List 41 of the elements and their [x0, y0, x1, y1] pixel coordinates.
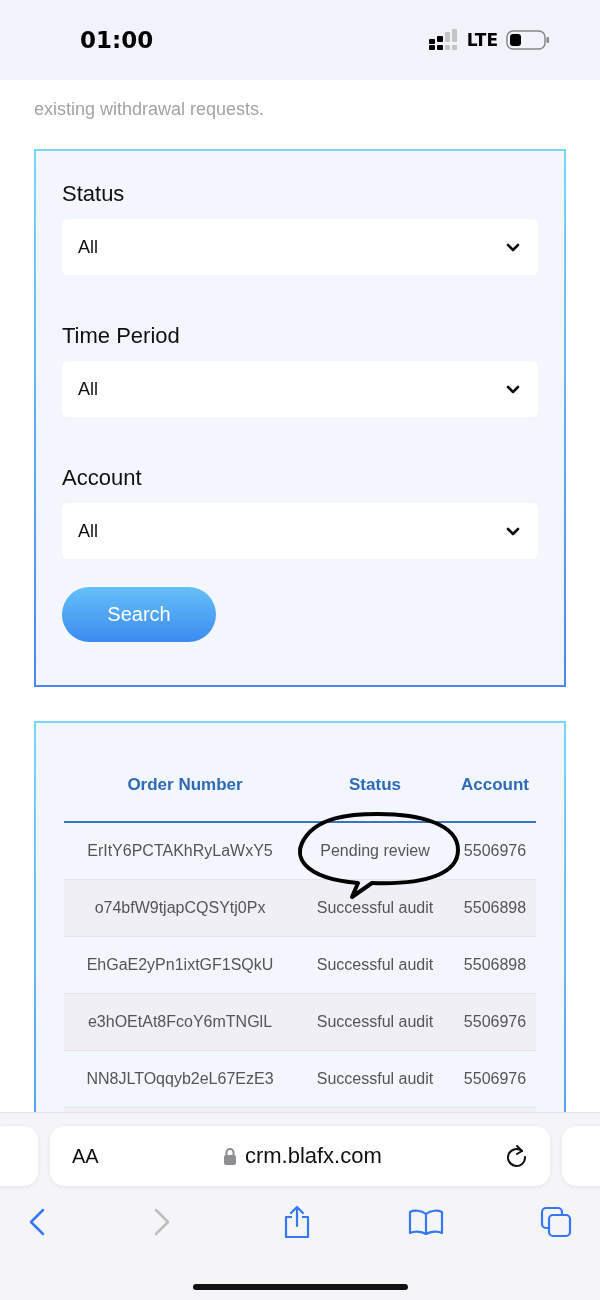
table-cell-text: ErItY6PCTAKhRyLaWxY5 — [86, 842, 274, 860]
column-header: Status — [348, 775, 402, 795]
dropdown-field[interactable]: All — [62, 503, 538, 559]
table-cell-text: EhGaE2yPn1ixtGF1SQkU — [85, 956, 275, 974]
table-cell-text: 5506976 — [462, 1013, 528, 1031]
table-cell-text: Pending review — [319, 842, 431, 860]
table-cell-text: Successful audit — [315, 1013, 435, 1031]
table-cell-text: o74bfW9tjapCQSYtj0Px — [93, 899, 267, 917]
table-cell-text: 5506898 — [462, 956, 528, 974]
chevron-down-icon — [506, 384, 520, 394]
clock-time: 01:00 — [80, 27, 154, 53]
bookmarks-icon[interactable] — [407, 1208, 444, 1236]
share-icon[interactable] — [283, 1205, 311, 1239]
tabs-icon[interactable] — [540, 1206, 572, 1238]
battery-icon — [506, 29, 550, 51]
address-bar[interactable]: AA crm.blafx.com — [50, 1126, 550, 1186]
chevron-down-icon — [506, 526, 520, 536]
table-cell-text: 5506976 — [462, 842, 528, 860]
chevron-down-icon — [506, 242, 520, 252]
signal-icon — [428, 29, 459, 51]
dropdown-field[interactable]: All — [62, 361, 538, 417]
table-cell-text: NN8JLTOqqyb2eL67EzE3 — [85, 1070, 275, 1088]
table-cell-text: e3hOEtAt8FcoY6mTNGlL — [86, 1013, 274, 1031]
dropdown-field[interactable]: All — [62, 219, 538, 275]
back-icon[interactable] — [28, 1208, 46, 1236]
table-cell-text: Successful audit — [315, 956, 435, 974]
field-label: Time Period — [62, 323, 181, 349]
lock-icon — [222, 1147, 237, 1165]
table-cell-text: 5506976 — [462, 1070, 528, 1088]
column-header: Account — [460, 775, 530, 795]
field-label: Account — [62, 465, 143, 491]
table-cell-text: Successful audit — [315, 1070, 435, 1088]
table-cell-text: Successful audit — [315, 899, 435, 917]
field-label: Status — [62, 181, 126, 207]
network-type: LTE — [466, 30, 498, 50]
url-text: crm.blafx.com — [244, 1143, 382, 1169]
column-header: Order Number — [126, 775, 244, 795]
intro-text: existing withdrawal requests. — [34, 98, 266, 121]
table-cell-text: 5506898 — [462, 899, 528, 917]
reload-icon[interactable] — [506, 1144, 528, 1168]
text-size-button[interactable]: AA — [72, 1144, 99, 1168]
